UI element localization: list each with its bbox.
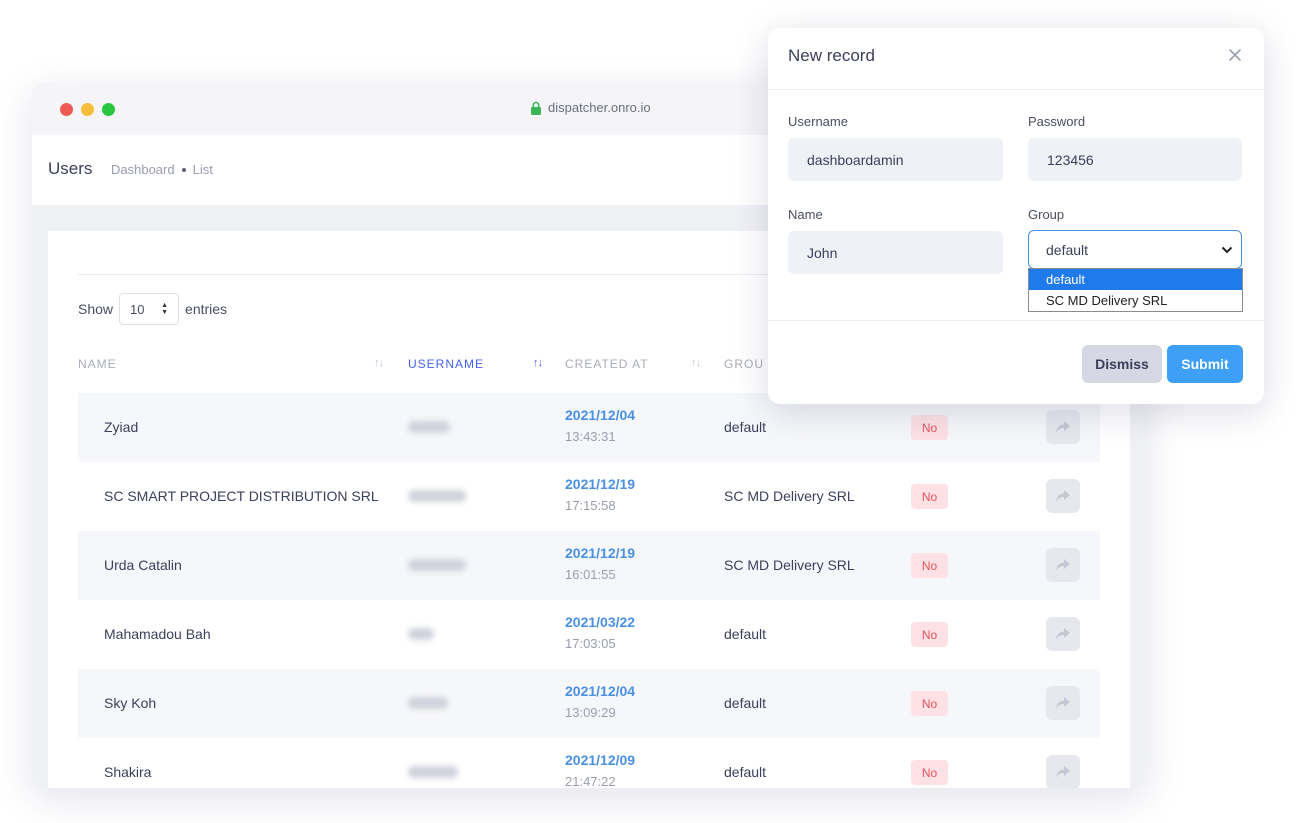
close-window-button[interactable] — [60, 103, 73, 116]
sort-icon[interactable]: ↑↓ — [691, 357, 701, 369]
url-text: dispatcher.onro.io — [548, 100, 651, 115]
minimize-window-button[interactable] — [81, 103, 94, 116]
group-label: Group — [1028, 207, 1065, 222]
table-body: Zyiad 2021/12/04 13:43:31 default No SC … — [78, 393, 1100, 788]
row-group: default — [724, 626, 767, 642]
row-time: 13:09:29 — [565, 705, 616, 720]
row-username-blurred — [408, 628, 434, 640]
share-icon — [1056, 559, 1070, 571]
group-option-default[interactable]: default — [1029, 269, 1242, 290]
chevron-down-icon — [1221, 246, 1233, 253]
row-name: Sky Koh — [104, 695, 157, 711]
status-badge: No — [911, 760, 948, 785]
row-group: default — [724, 764, 767, 780]
entries-value: 10 — [130, 301, 145, 317]
new-record-modal: New record Username dashboardamin Passwo… — [768, 28, 1264, 404]
row-name: Mahamadou Bah — [104, 626, 211, 642]
row-username-blurred — [408, 490, 466, 502]
modal-title: New record — [788, 46, 875, 65]
row-time: 16:01:55 — [565, 567, 616, 582]
table-row[interactable]: SC SMART PROJECT DISTRIBUTION SRL 2021/1… — [78, 462, 1100, 531]
column-header-name[interactable]: NAME — [78, 357, 117, 371]
name-field[interactable]: John — [788, 231, 1003, 274]
entries-control: Show 10 ▲ ▼ entries — [78, 293, 227, 325]
password-field[interactable]: 123456 — [1028, 138, 1242, 181]
row-group: default — [724, 419, 767, 435]
row-group: SC MD Delivery SRL — [724, 488, 855, 504]
row-date[interactable]: 2021/12/04 — [565, 407, 635, 423]
share-button[interactable] — [1046, 686, 1080, 720]
breadcrumb-separator — [181, 167, 186, 172]
share-icon — [1056, 421, 1070, 433]
show-label: Show — [78, 301, 114, 317]
row-name: Zyiad — [104, 419, 139, 435]
row-group: SC MD Delivery SRL — [724, 557, 855, 573]
row-date[interactable]: 2021/03/22 — [565, 614, 635, 630]
close-icon[interactable] — [1226, 46, 1244, 64]
row-date[interactable]: 2021/12/09 — [565, 752, 635, 768]
share-button[interactable] — [1046, 548, 1080, 582]
row-username-blurred — [408, 697, 448, 709]
breadcrumb-list: List — [192, 162, 213, 177]
column-header-created-at[interactable]: CREATED AT — [565, 357, 649, 371]
maximize-window-button[interactable] — [102, 103, 115, 116]
breadcrumb: Dashboard List — [111, 162, 213, 177]
row-username-blurred — [408, 559, 466, 571]
name-label: Name — [788, 207, 823, 222]
stepper-icon: ▲ ▼ — [161, 301, 169, 316]
group-dropdown-list: default SC MD Delivery SRL — [1028, 268, 1243, 312]
dismiss-button[interactable]: Dismiss — [1082, 345, 1162, 383]
row-username-blurred — [408, 421, 450, 433]
row-name: Urda Catalin — [104, 557, 182, 573]
share-button[interactable] — [1046, 479, 1080, 513]
page-title: Users — [48, 159, 93, 178]
breadcrumb-dashboard[interactable]: Dashboard — [111, 162, 175, 177]
password-label: Password — [1028, 114, 1086, 129]
share-icon — [1056, 766, 1070, 778]
group-select[interactable]: default — [1028, 230, 1242, 269]
column-header-group[interactable]: GROU — [724, 357, 764, 371]
username-field[interactable]: dashboardamin — [788, 138, 1003, 181]
table-row[interactable]: Sky Koh 2021/12/04 13:09:29 default No — [78, 669, 1100, 738]
group-select-value: default — [1046, 241, 1089, 258]
row-name: SC SMART PROJECT DISTRIBUTION SRL — [104, 488, 379, 504]
share-button[interactable] — [1046, 755, 1080, 788]
lock-icon — [531, 101, 541, 115]
row-time: 13:43:31 — [565, 429, 616, 444]
group-option-sc-md-delivery[interactable]: SC MD Delivery SRL — [1029, 290, 1242, 311]
row-name: Shakira — [104, 764, 152, 780]
entries-select[interactable]: 10 ▲ ▼ — [119, 293, 180, 325]
table-row[interactable]: Mahamadou Bah 2021/03/22 17:03:05 defaul… — [78, 600, 1100, 669]
status-badge: No — [911, 622, 948, 647]
status-badge: No — [911, 484, 948, 509]
username-label: Username — [788, 114, 848, 129]
share-icon — [1056, 628, 1070, 640]
row-username-blurred — [408, 766, 458, 778]
sort-icon[interactable]: ↑↓ — [374, 357, 384, 369]
share-button[interactable] — [1046, 617, 1080, 651]
table-row[interactable]: Shakira 2021/12/09 21:47:22 default No — [78, 738, 1100, 788]
share-icon — [1056, 697, 1070, 709]
entries-label: entries — [185, 301, 228, 317]
column-header-username[interactable]: USERNAME — [408, 357, 484, 371]
row-time: 17:15:58 — [565, 498, 616, 513]
modal-header-divider — [768, 89, 1264, 90]
status-badge: No — [911, 553, 948, 578]
status-badge: No — [911, 691, 948, 716]
sort-icon[interactable]: ↑↓ — [533, 357, 543, 369]
row-time: 21:47:22 — [565, 774, 616, 788]
share-icon — [1056, 490, 1070, 502]
table-row[interactable]: Urda Catalin 2021/12/19 16:01:55 SC MD D… — [78, 531, 1100, 600]
row-date[interactable]: 2021/12/04 — [565, 683, 635, 699]
modal-footer-divider — [768, 320, 1264, 321]
row-date[interactable]: 2021/12/19 — [565, 476, 635, 492]
submit-button[interactable]: Submit — [1167, 345, 1243, 383]
row-time: 17:03:05 — [565, 636, 616, 651]
share-button[interactable] — [1046, 410, 1080, 444]
row-date[interactable]: 2021/12/19 — [565, 545, 635, 561]
row-group: default — [724, 695, 767, 711]
status-badge: No — [911, 415, 948, 440]
address-bar[interactable]: dispatcher.onro.io — [530, 100, 651, 115]
